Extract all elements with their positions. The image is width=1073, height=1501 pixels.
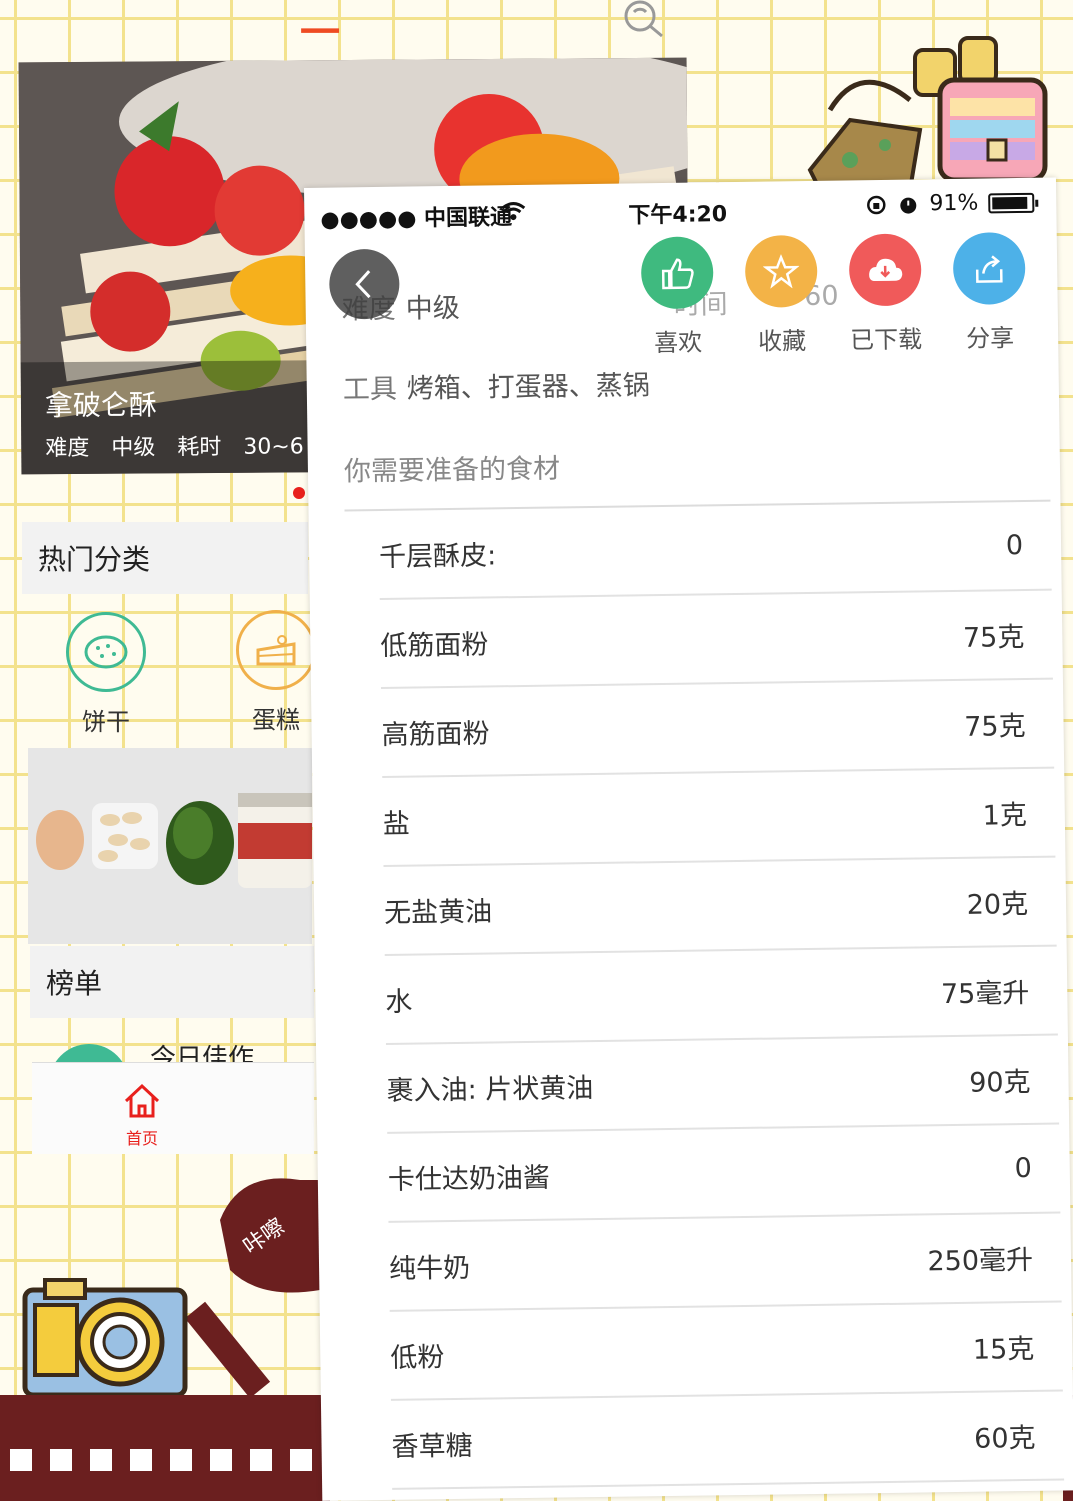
ingredient-row: 水 75毫升	[384, 946, 1058, 1045]
tab-home[interactable]: 首页	[120, 1081, 164, 1149]
ingredient-name: 裹入油: 片状黄油	[386, 1073, 594, 1107]
ranking-header: 榜单	[30, 946, 314, 1018]
ingredient-amount: 60克	[973, 1422, 1036, 1455]
ingredient-name: 香草糖	[391, 1430, 473, 1463]
film-strip-decoration	[0, 1395, 330, 1501]
status-time: 下午4:20	[628, 202, 728, 229]
status-bar: ●●●●● 中国联通 下午4:20 91%	[304, 178, 1057, 233]
tools-row: 工具 烤箱、打蛋器、蒸锅	[343, 363, 651, 406]
ingredient-name: 低粉	[390, 1342, 445, 1374]
share-label: 分享	[965, 324, 1015, 353]
favorite-button[interactable]: 收藏	[729, 234, 835, 357]
ingredient-amount: 15克	[972, 1333, 1035, 1366]
share-button[interactable]: 分享	[937, 231, 1043, 354]
ingredient-name: 千层酥皮:	[378, 540, 497, 573]
ingredient-name: 盐	[382, 808, 411, 840]
ranking-title: 榜单	[46, 967, 103, 1000]
travel-doodle-illustration	[807, 36, 1048, 190]
difficulty-value: 中级	[405, 292, 460, 325]
ingredient-name: 卡仕达奶油酱	[387, 1162, 551, 1196]
ingredient-row: 高筋面粉 75克	[381, 679, 1055, 778]
like-button[interactable]: 喜欢	[625, 236, 731, 358]
thumbs-up-icon	[640, 236, 714, 310]
ingredient-name: 无盐黄油	[383, 896, 493, 929]
ingredient-amount: 1克	[982, 799, 1028, 832]
recipe-detail-screen: ●●●●● 中国联通 下午4:20 91% 难度中级 时间 ~60 工具烤箱、打…	[304, 177, 1073, 1501]
today-badge-icon	[54, 1044, 124, 1064]
ingredient-row: 卡仕达奶油酱 0	[387, 1124, 1061, 1223]
carrier-name: ●●●●● 中国联通	[320, 205, 513, 233]
ingredient-amount: 75克	[962, 621, 1025, 654]
home-icon	[124, 1083, 160, 1118]
ingredient-name: 高筋面粉	[381, 718, 490, 751]
downloaded-button[interactable]: 已下载	[833, 233, 939, 355]
ingredient-name: 水	[385, 986, 413, 1018]
tab-home-label: 首页	[125, 1129, 158, 1148]
hot-categories-title: 热门分类	[38, 543, 151, 576]
ingredient-amount: 75克	[964, 710, 1026, 743]
difficulty-label: 难度	[45, 435, 90, 462]
ranking-photo[interactable]	[28, 748, 312, 944]
bottom-tab-bar: 首页	[32, 1062, 314, 1154]
wifi-icon	[501, 202, 526, 221]
ingredient-row: 低筋面粉 75克	[379, 590, 1053, 689]
rotation-lock-icon	[867, 195, 886, 214]
ingredient-row: 纯牛奶 250毫升	[388, 1213, 1062, 1312]
cloud-download-icon	[848, 233, 922, 307]
featured-recipe-meta: 难度 中级 耗时 30~6	[45, 428, 326, 462]
ingredient-row: 香草糖 60克	[390, 1391, 1065, 1490]
ingredients-title: 你需要准备的食材	[343, 453, 561, 488]
ingredient-amount: 0	[1014, 1152, 1032, 1185]
category-biscuit[interactable]: 饼干	[62, 612, 150, 737]
cake-icon	[236, 610, 316, 690]
app-title: 一榜	[300, 9, 340, 114]
category-label: 饼干	[82, 708, 130, 736]
carousel-page-indicator[interactable]	[293, 487, 305, 499]
ingredient-row: 低粉 15克	[389, 1302, 1063, 1401]
ingredients-list: 千层酥皮: 0 低筋面粉 75克 高筋面粉 75克 盐 1克 无盐黄油 20克 水 75毫升…	[378, 501, 1065, 1490]
ingredient-amount: 20克	[966, 888, 1029, 921]
recipe-actions: 喜欢 收藏 已下载 分享	[625, 231, 1047, 358]
featured-recipe-name: 拿破仑酥	[44, 388, 158, 423]
time-value: 30~6	[243, 434, 304, 460]
ingredient-row: 盐 1克	[382, 768, 1056, 867]
tools-value: 烤箱、打蛋器、蒸锅	[406, 370, 651, 405]
share-icon	[952, 231, 1026, 305]
ingredient-amount: 75毫升	[940, 977, 1030, 1011]
home-screen: 一榜 拿破仑酥 难度中级耗时30~6 热门分类	[0, 0, 690, 1160]
today-best-label[interactable]: 今日佳作	[150, 1038, 290, 1062]
battery-percent: 91%	[929, 190, 979, 217]
favorite-label: 收藏	[757, 327, 807, 356]
difficulty-value: 中级	[111, 435, 156, 461]
ingredient-amount: 0	[1005, 529, 1024, 562]
ingredient-amount: 90克	[968, 1066, 1031, 1099]
biscuit-icon	[66, 612, 146, 692]
ingredients-photo	[28, 748, 312, 944]
search-icon[interactable]	[622, 0, 666, 40]
like-label: 喜欢	[654, 328, 703, 358]
camera-doodle-illustration: 咔嚓	[22, 1178, 320, 1399]
downloaded-label: 已下载	[849, 325, 923, 355]
tools-label: 工具	[342, 373, 398, 406]
chevron-left-icon	[355, 270, 371, 299]
category-label: 蛋糕	[252, 706, 300, 734]
time-label: 耗时	[177, 434, 222, 461]
category-cake[interactable]: 蛋糕	[232, 610, 320, 735]
ingredient-name: 低筋面粉	[380, 629, 489, 662]
ingredient-name: 纯牛奶	[388, 1252, 471, 1285]
star-icon	[744, 234, 818, 308]
alarm-icon	[900, 197, 917, 214]
battery-icon	[988, 192, 1035, 213]
ingredient-row: 裹入油: 片状黄油 90克	[385, 1035, 1060, 1134]
ingredient-row: 无盐黄油 20克	[383, 857, 1057, 956]
hot-categories-header: 热门分类	[22, 522, 308, 594]
ingredient-amount: 250毫升	[927, 1244, 1034, 1278]
ingredient-row: 千层酥皮: 0	[378, 501, 1052, 600]
